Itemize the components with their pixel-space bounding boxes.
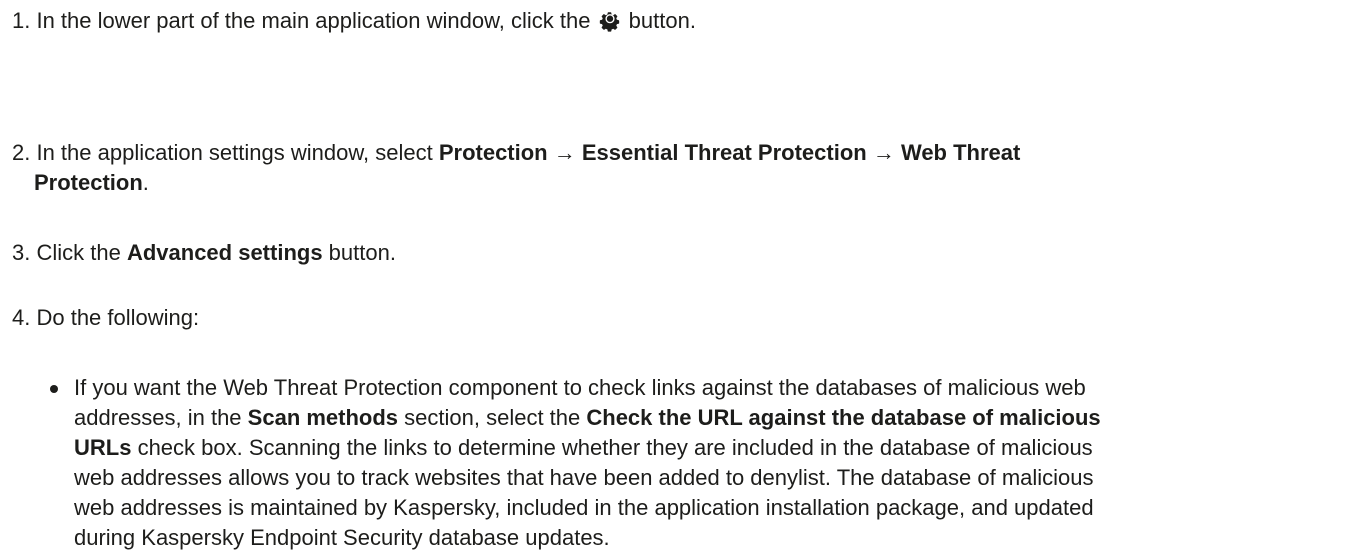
step-number: 2. [12, 140, 31, 165]
step-1: 1. In the lower part of the main applica… [12, 6, 696, 36]
bullet-line: addresses, in the Scan methods section, … [74, 403, 1364, 433]
arrow: → [866, 140, 901, 165]
bullet-text: check box. Scanning the links to determi… [131, 435, 1093, 460]
bullet-line: If you want the Web Threat Protection co… [74, 375, 1086, 400]
step-text: Do the following: [30, 305, 200, 330]
step-text: button. [322, 240, 396, 265]
step-2: 2. In the application settings window, s… [12, 138, 1352, 198]
bullet-text: section, select the [398, 405, 587, 430]
step-number: 4. [12, 305, 31, 330]
bullet-line: web addresses is maintained by Kaspersky… [74, 495, 1094, 520]
bullet-line: during Kaspersky Endpoint Security datab… [74, 525, 610, 550]
ui-term-protection-cont: Protection [34, 170, 143, 195]
step-number: 3. [12, 240, 31, 265]
ui-term-web-threat: Web Threat [900, 140, 1021, 165]
step-text: In the lower part of the main applicatio… [30, 8, 597, 33]
bullet-item: If you want the Web Threat Protection co… [50, 373, 1364, 553]
step-text: button. [622, 8, 696, 33]
ui-term-check-url: Check the URL against the database of ma… [586, 405, 1101, 430]
step-text: Click the [30, 240, 127, 265]
instructions-document: 1. In the lower part of the main applica… [0, 0, 1371, 550]
bullet-dot-icon [50, 385, 58, 393]
step-number: 1. [12, 8, 31, 33]
step-text: . [142, 170, 149, 195]
ui-term-protection: Protection [438, 140, 548, 165]
ui-term-advanced-settings: Advanced settings [126, 240, 323, 265]
step-text: In the application settings window, sele… [30, 140, 439, 165]
gear-icon [599, 10, 621, 32]
step-3: 3. Click the Advanced settings button. [12, 238, 396, 268]
bullet-line: web addresses allows you to track websit… [74, 465, 1094, 490]
bullet-text: addresses, in the [74, 405, 248, 430]
ui-term-scan-methods: Scan methods [247, 405, 399, 430]
ui-term-essential-threat-protection: Essential Threat Protection [581, 140, 867, 165]
arrow: → [547, 140, 582, 165]
ui-term-urls: URLs [74, 435, 132, 460]
step-4: 4. Do the following: [12, 303, 199, 333]
bullet-line: URLs check box. Scanning the links to de… [74, 433, 1364, 463]
